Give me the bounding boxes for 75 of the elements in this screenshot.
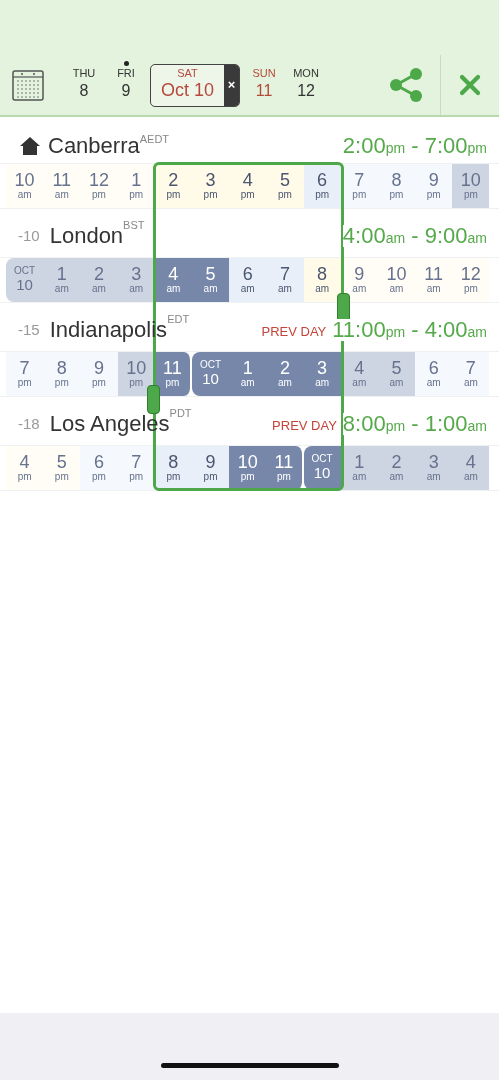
hour-cell: 11 am bbox=[43, 164, 81, 208]
hour-cell: 7 pm bbox=[117, 446, 155, 490]
date-cell: OCT 10 bbox=[6, 258, 44, 302]
zone-label: PDT bbox=[169, 406, 192, 419]
hour-cell: 4 am bbox=[452, 446, 490, 490]
day-tab[interactable]: MON 12 bbox=[288, 60, 325, 101]
selected-date[interactable]: SAT Oct 10 × bbox=[150, 63, 241, 107]
hour-cell: 7 pm bbox=[340, 164, 378, 208]
zone-label: BST bbox=[123, 218, 145, 233]
hour-cell: 10 pm bbox=[229, 446, 267, 490]
hour-cell: 3 am bbox=[415, 446, 453, 490]
hour-cell: 7 am bbox=[452, 352, 490, 396]
hour-cell: 6 am bbox=[415, 352, 453, 396]
hour-cell: 1 am bbox=[340, 446, 378, 490]
share-icon[interactable] bbox=[388, 67, 424, 103]
hour-cell: 2 am bbox=[266, 352, 304, 396]
hour-cell: 11 am bbox=[415, 258, 453, 302]
hour-cell: 3 am bbox=[303, 352, 341, 396]
offset-label: -15 bbox=[18, 319, 40, 340]
hour-cell: 12 pm bbox=[80, 164, 118, 208]
drag-handle[interactable] bbox=[147, 385, 160, 414]
hour-cell: 5 am bbox=[377, 352, 416, 396]
hour-cell: 5 pm bbox=[266, 164, 304, 208]
hour-cell: 1 pm bbox=[117, 164, 155, 208]
time-range: 11:00pm - 4:00am bbox=[332, 319, 487, 341]
day-tab[interactable]: FRI 9 bbox=[108, 60, 144, 101]
hour-cell: 8 pm bbox=[154, 446, 192, 490]
offset-label: -10 bbox=[18, 225, 40, 246]
hour-cell: 2 pm bbox=[154, 164, 192, 208]
offset-label: -18 bbox=[18, 413, 40, 434]
clear-date-button[interactable]: × bbox=[224, 64, 240, 106]
hour-cell: 10 pm bbox=[452, 164, 490, 208]
hour-cell: 5 am bbox=[191, 258, 230, 302]
city-name: London bbox=[49, 225, 124, 247]
calendar-icon[interactable] bbox=[12, 69, 44, 101]
zone-label: AEDT bbox=[139, 132, 170, 145]
time-range: 4:00am - 9:00am bbox=[342, 225, 487, 247]
date-cell: OCT 10 bbox=[303, 446, 341, 490]
hour-cell: 7 am bbox=[266, 258, 304, 302]
hour-cell: 11 pm bbox=[266, 446, 304, 490]
prev-day-label: PREV DAY bbox=[261, 322, 327, 341]
time-range: 2:00pm - 7:00pm bbox=[342, 135, 487, 157]
hour-cell: 11 pm bbox=[154, 352, 192, 396]
hour-cell: 1 am bbox=[229, 352, 267, 396]
zone-label: EDT bbox=[167, 312, 190, 327]
date-label: Oct 10 bbox=[161, 79, 215, 102]
day-tab[interactable]: SUN 11 bbox=[246, 60, 283, 101]
hour-cell: 2 am bbox=[80, 258, 118, 302]
weekday-label: SAT bbox=[177, 68, 198, 80]
hour-cell: 8 pm bbox=[377, 164, 416, 208]
home-icon bbox=[20, 137, 40, 155]
hour-cell: 4 am bbox=[154, 258, 192, 302]
hour-cell: 4 pm bbox=[6, 446, 44, 490]
hour-cell: 5 pm bbox=[43, 446, 81, 490]
hour-cell: 6 pm bbox=[80, 446, 118, 490]
time-range: 8:00pm - 1:00am bbox=[342, 413, 487, 435]
hour-cell: 10 am bbox=[6, 164, 44, 208]
hour-cell: 12 pm bbox=[452, 258, 490, 302]
prev-day-label: PREV DAY bbox=[272, 416, 337, 435]
hour-cell: 6 pm bbox=[303, 164, 341, 208]
hour-cell: 9 pm bbox=[80, 352, 118, 396]
hour-cell: 1 am bbox=[43, 258, 81, 302]
hour-cell: 2 am bbox=[377, 446, 416, 490]
date-cell: OCT 10 bbox=[191, 352, 230, 396]
hour-cell: 7 pm bbox=[6, 352, 44, 396]
day-tab[interactable]: THU 8 bbox=[66, 60, 102, 101]
hour-cell: 8 pm bbox=[43, 352, 81, 396]
hour-cell: 10 am bbox=[377, 258, 416, 302]
hour-cell: 8 am bbox=[303, 258, 341, 302]
hour-cell: 9 pm bbox=[415, 164, 453, 208]
hour-cell: 3 pm bbox=[191, 164, 230, 208]
hour-cell: 6 am bbox=[229, 258, 267, 302]
city-name: Canberra bbox=[48, 135, 140, 157]
hour-cell: 4 pm bbox=[229, 164, 267, 208]
hour-cell: 9 pm bbox=[191, 446, 230, 490]
